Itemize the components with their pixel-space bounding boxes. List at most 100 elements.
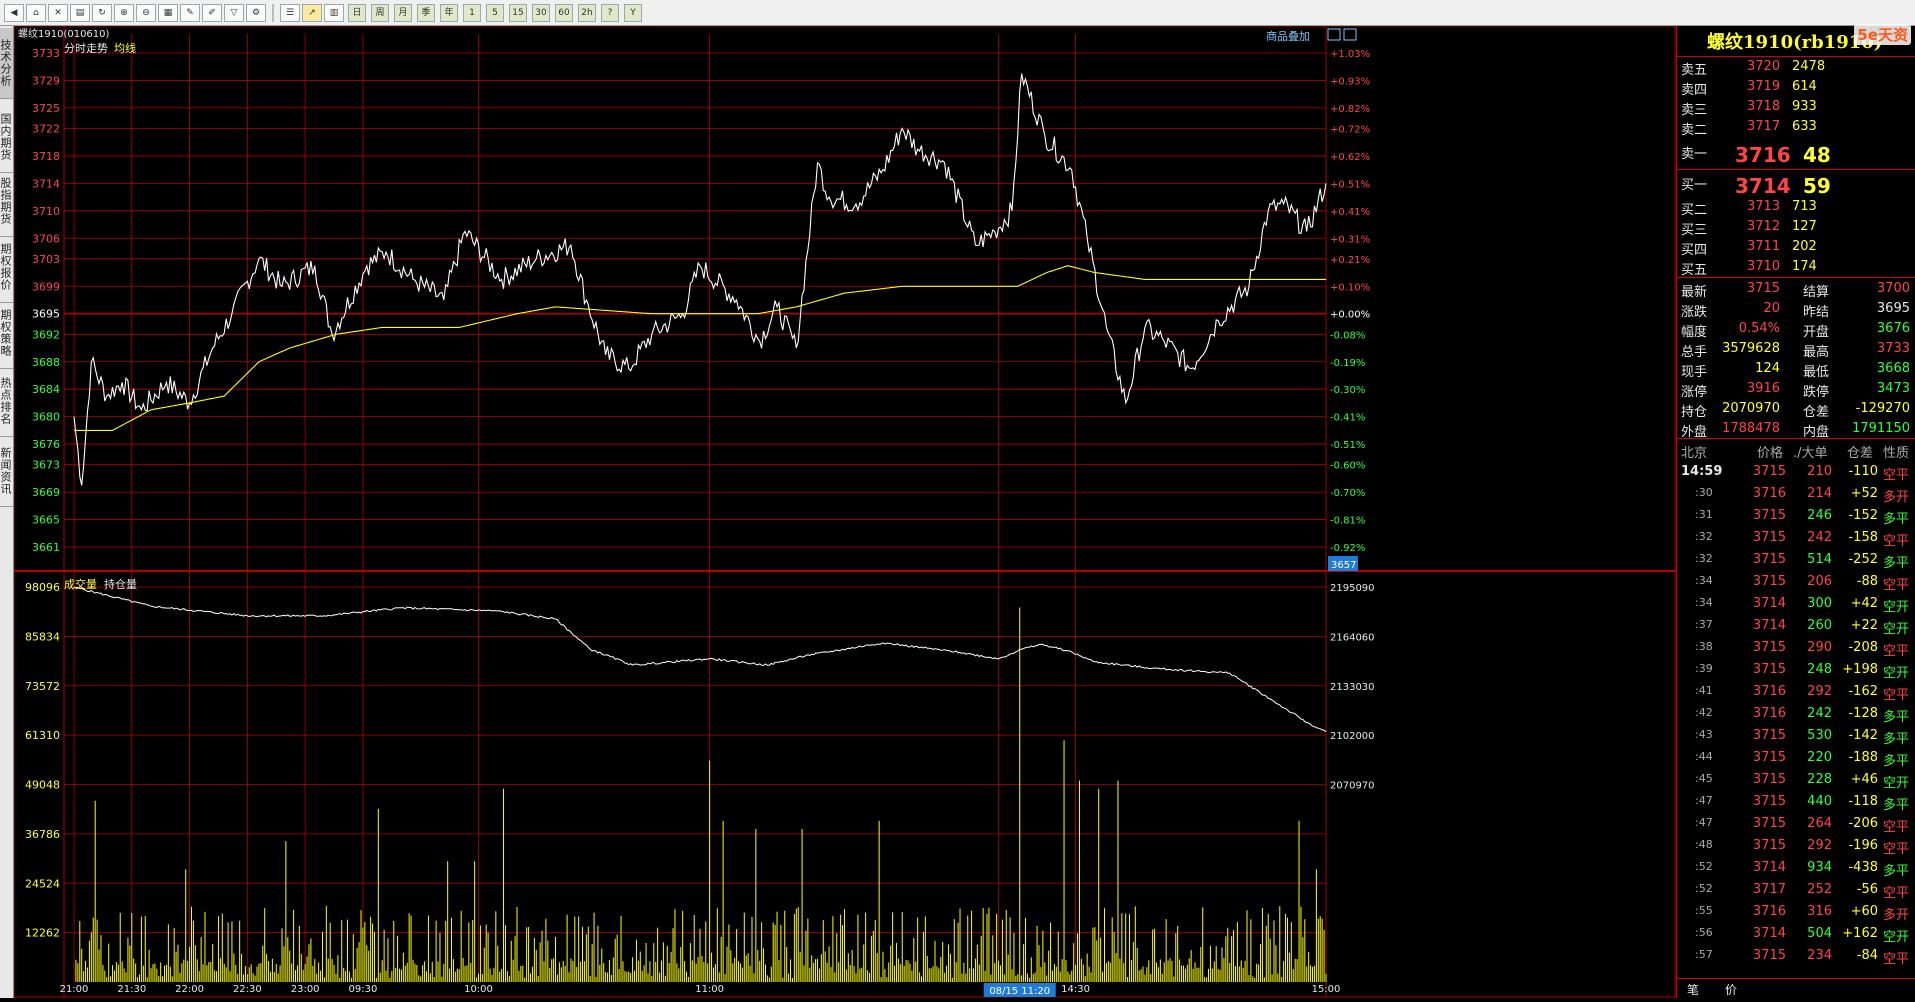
sidebar-tab-option-quote[interactable]: 期权报价 <box>0 232 13 303</box>
low-price-badge-text: 3657 <box>1331 560 1356 571</box>
table-icon[interactable]: ☰ <box>280 4 300 22</box>
ask-volume: 614 <box>1792 79 1817 94</box>
price-tick-label: 3703 <box>32 253 60 266</box>
period-button[interactable]: 30 <box>532 4 550 22</box>
tick-price: 3717 <box>1752 882 1786 897</box>
back-icon[interactable]: ◀ <box>4 4 24 22</box>
tick-volume: 290 <box>1807 640 1832 655</box>
pct-tick-label: -0.08% <box>1330 330 1365 341</box>
bottom-tabs: 笔 价 <box>1677 978 1915 999</box>
tick-volume: 504 <box>1807 926 1832 941</box>
stat-value: 3916 <box>1746 381 1780 396</box>
tick-time: :57 <box>1695 948 1713 961</box>
period-button[interactable]: 5 <box>486 4 504 22</box>
zoom-in-icon[interactable]: ⊕ <box>114 4 134 22</box>
stat-value: 3668 <box>1876 361 1910 376</box>
tick-price: 3715 <box>1752 948 1786 963</box>
sidebar-tab-news[interactable]: 新闻资讯 <box>0 436 13 507</box>
bid-volume: 127 <box>1792 219 1817 234</box>
tick-volume: 248 <box>1807 662 1832 677</box>
tick-time: :48 <box>1695 838 1713 851</box>
period-button[interactable]: 1 <box>463 4 481 22</box>
price-tick-label: 3718 <box>32 150 60 163</box>
chart-mode-label: 分时走势 <box>64 42 108 55</box>
period-button[interactable]: 2h <box>578 4 596 22</box>
period-button[interactable]: 60 <box>555 4 573 22</box>
tick-volume: 228 <box>1807 772 1832 787</box>
quote-header: 螺纹1910(rb1910) 5e天资 <box>1677 24 1915 57</box>
stat-value: 2070970 <box>1722 401 1780 416</box>
volume-tick-label: 49048 <box>25 779 60 792</box>
intraday-chart-icon[interactable]: ↗ <box>302 4 322 22</box>
tick-row: :38 3715 290 -208 空平 <box>1677 640 1915 659</box>
oi-tick-label: 2070970 <box>1330 781 1375 792</box>
period-button[interactable]: 季 <box>417 4 435 22</box>
tick-volume: 260 <box>1807 618 1832 633</box>
tick-volume: 252 <box>1807 882 1832 897</box>
tab-ticks[interactable]: 笔 <box>1687 981 1699 998</box>
price-tick-label: 3699 <box>32 280 60 293</box>
period-button[interactable]: 年 <box>440 4 458 22</box>
tick-type: 多平 <box>1883 556 1910 571</box>
tick-row: :42 3716 242 -128 多平 <box>1677 706 1915 725</box>
tick-header-price: 价格 <box>1757 446 1784 461</box>
sidebar-tab-index-futures[interactable]: 股指期货 <box>0 166 13 237</box>
sidebar-tab-technical[interactable]: 技术分析 <box>0 28 13 99</box>
filter-icon[interactable]: ▽ <box>224 4 244 22</box>
tick-price: 3715 <box>1752 728 1786 743</box>
tick-time: :43 <box>1695 728 1713 741</box>
stop-icon[interactable]: ✕ <box>48 4 68 22</box>
tick-volume: 934 <box>1807 860 1832 875</box>
tab-price[interactable]: 价 <box>1725 981 1737 998</box>
price-tick-label: 3692 <box>32 328 60 341</box>
tick-time: :32 <box>1695 552 1713 565</box>
stat-label: 仓差 <box>1803 405 1830 420</box>
tick-volume: 206 <box>1807 574 1832 589</box>
period-button[interactable]: ? <box>601 4 619 22</box>
period-button[interactable]: 月 <box>394 4 412 22</box>
tick-oi-change: -152 <box>1848 508 1878 523</box>
sidebar-tab-hot-ranking[interactable]: 热点排名 <box>0 366 13 437</box>
overlay-button[interactable]: 商品叠加 <box>1266 29 1310 43</box>
tick-price: 3714 <box>1752 926 1786 941</box>
ask-volume: 2478 <box>1792 59 1826 74</box>
bid-volume: 174 <box>1792 259 1817 274</box>
zoom-out-icon[interactable]: ⊖ <box>136 4 156 22</box>
time-tick-label: 10:00 <box>464 984 493 995</box>
period-button[interactable]: 日 <box>348 4 366 22</box>
period-button[interactable]: 15 <box>509 4 527 22</box>
refresh-icon[interactable]: ↻ <box>92 4 112 22</box>
tick-type: 空开 <box>1883 930 1910 945</box>
tick-volume: 234 <box>1807 948 1832 963</box>
tick-volume: 292 <box>1807 684 1832 699</box>
tick-row: :32 3715 242 -158 空平 <box>1677 530 1915 549</box>
pct-tick-label: +0.93% <box>1330 76 1370 87</box>
ask-price: 3720 <box>1747 59 1781 74</box>
tick-type: 多平 <box>1883 864 1910 879</box>
kline-icon[interactable]: ▥ <box>324 4 344 22</box>
settings-icon[interactable]: ⚙ <box>246 4 266 22</box>
news-icon[interactable]: ▤ <box>70 4 90 22</box>
tick-row: :47 3715 264 -206 空平 <box>1677 816 1915 835</box>
intraday-chart[interactable]: 3733 3729 3725 3722 3718 3714 3710 3706 3703 3699… <box>13 25 1676 998</box>
chart-area[interactable]: 3733 3729 3725 3722 3718 3714 3710 3706 3703 3699… <box>13 25 1676 998</box>
bid-row-best: 买一 3714 59 <box>1677 174 1915 198</box>
tick-time: :47 <box>1695 816 1713 829</box>
pct-tick-label: -0.70% <box>1330 488 1365 499</box>
tick-time: :45 <box>1695 772 1713 785</box>
home-icon[interactable]: ⌂ <box>26 4 46 22</box>
bid-volume: 713 <box>1792 199 1817 214</box>
ask-label: 卖五 <box>1681 63 1708 78</box>
price-tick-label: 3661 <box>32 541 60 554</box>
tick-volume: 242 <box>1807 530 1832 545</box>
tick-time: :56 <box>1695 926 1713 939</box>
period-button[interactable]: Y <box>624 4 642 22</box>
tick-volume: 242 <box>1807 706 1832 721</box>
pen-icon[interactable]: ✐ <box>202 4 222 22</box>
ask-label: 卖二 <box>1681 123 1708 138</box>
sidebar-tab-option-strategy[interactable]: 期权策略 <box>0 298 13 369</box>
print-icon[interactable]: ▦ <box>158 4 178 22</box>
period-button[interactable]: 周 <box>371 4 389 22</box>
sidebar-tab-domestic-futures[interactable]: 国内期货 <box>0 102 13 173</box>
draw-icon[interactable]: ✎ <box>180 4 200 22</box>
